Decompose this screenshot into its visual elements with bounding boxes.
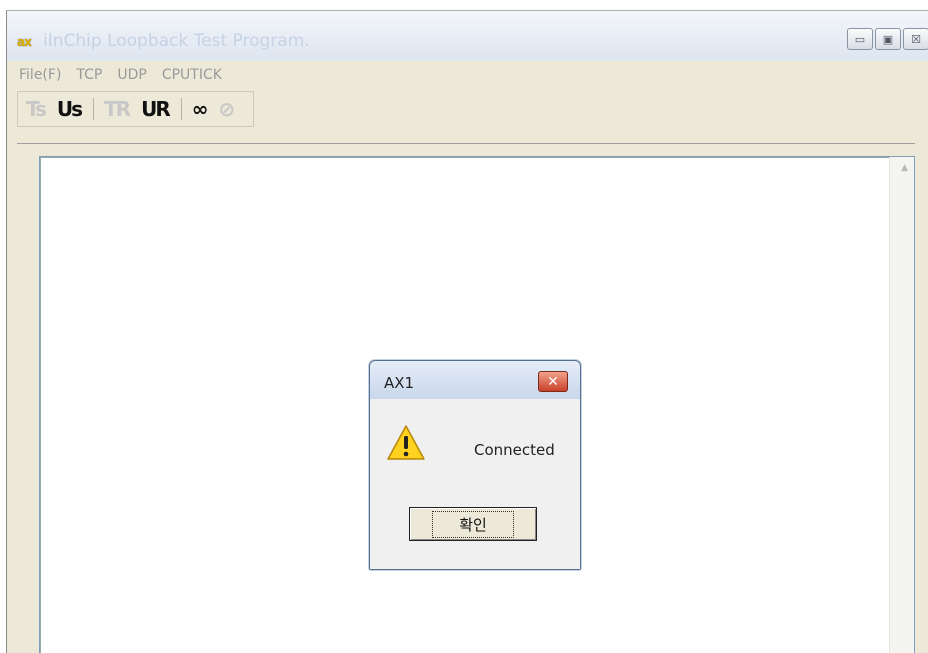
ok-button[interactable]: 확인: [409, 507, 537, 541]
stop-icon[interactable]: ⊘: [218, 97, 235, 121]
minimize-icon: ▭: [854, 32, 866, 46]
maximize-button[interactable]: ▣: [875, 28, 901, 50]
dialog-close-button[interactable]: ✕: [538, 371, 568, 392]
toolbar-divider: [93, 98, 95, 120]
menu-cputick[interactable]: CPUTICK: [162, 67, 222, 83]
close-icon: ✕: [547, 373, 559, 390]
udp-send-icon[interactable]: Us: [57, 97, 83, 121]
menu-file[interactable]: File(F): [19, 67, 61, 83]
udp-receive-icon[interactable]: UR: [141, 97, 171, 121]
close-button[interactable]: ☒: [903, 28, 928, 50]
tcp-receive-icon[interactable]: TR: [104, 97, 131, 121]
menu-tcp[interactable]: TCP: [76, 67, 102, 83]
minimize-button[interactable]: ▭: [847, 28, 873, 50]
ok-button-label: 확인: [432, 510, 514, 538]
dialog-body: Connected 확인: [370, 399, 580, 569]
dialog-title: AX1: [384, 374, 415, 392]
dialog-message: Connected: [474, 441, 555, 459]
window-controls: ▭ ▣ ☒: [847, 28, 928, 50]
toolbar-divider: [180, 98, 182, 120]
menu-bar: File(F) TCP UDP CPUTICK: [7, 61, 928, 89]
window-title: iInChip Loopback Test Program.: [43, 31, 310, 51]
scroll-up-icon[interactable]: ▲: [901, 163, 908, 173]
tcp-send-icon[interactable]: Ts: [26, 97, 47, 121]
toolbar: Ts Us TR UR ∞ ⊘: [17, 91, 255, 127]
close-icon: ☒: [911, 32, 921, 46]
dialog-title-bar[interactable]: AX1 ✕: [370, 361, 580, 399]
warning-icon: [387, 425, 425, 460]
app-logo-icon: ax: [17, 35, 32, 49]
maximize-icon: ▣: [882, 32, 894, 46]
title-bar[interactable]: ax iInChip Loopback Test Program. ▭ ▣ ☒: [7, 11, 928, 61]
message-dialog: AX1 ✕ Connected 확인: [369, 360, 581, 570]
menu-udp[interactable]: UDP: [117, 67, 146, 83]
loop-icon[interactable]: ∞: [192, 97, 209, 121]
vertical-scrollbar[interactable]: ▲: [889, 157, 914, 653]
